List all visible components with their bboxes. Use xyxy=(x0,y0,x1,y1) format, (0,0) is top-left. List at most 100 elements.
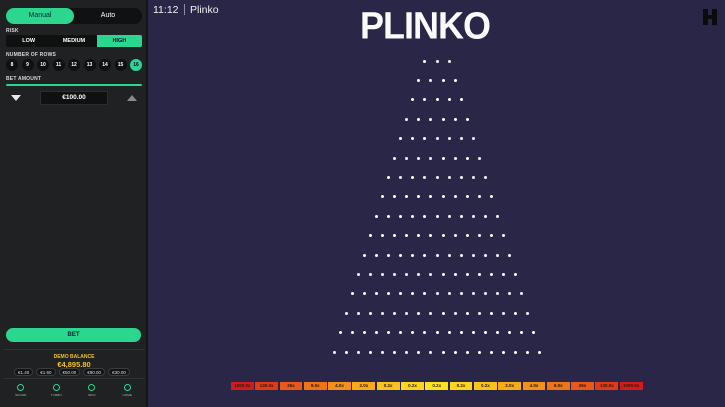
peg xyxy=(344,311,348,315)
peg xyxy=(411,331,415,335)
peg xyxy=(520,331,524,335)
rows-option-9[interactable]: 9 xyxy=(21,59,34,71)
peg xyxy=(514,311,518,315)
turbo-icon xyxy=(52,384,60,391)
rows-option-10[interactable]: 10 xyxy=(37,59,49,71)
multiplier-slot: 9.0x xyxy=(546,382,570,390)
peg xyxy=(502,234,506,238)
peg xyxy=(387,253,391,257)
multiplier-slot: 0.2x xyxy=(425,382,449,390)
info-icon xyxy=(88,384,96,391)
mode-auto-button[interactable]: Auto xyxy=(74,8,142,24)
peg xyxy=(417,78,421,82)
peg xyxy=(447,331,451,335)
increase-bet-button[interactable] xyxy=(122,91,142,105)
peg xyxy=(356,350,360,354)
rows-option-8[interactable]: 8 xyxy=(6,59,18,71)
arrow-up-icon xyxy=(127,95,137,101)
risk-high-button[interactable]: HIGH xyxy=(96,35,142,47)
peg xyxy=(429,272,433,276)
peg xyxy=(441,117,445,121)
peg xyxy=(453,195,457,199)
peg xyxy=(453,272,457,276)
peg xyxy=(459,292,463,296)
peg xyxy=(447,175,451,179)
peg xyxy=(435,292,439,296)
peg xyxy=(423,331,427,335)
peg xyxy=(368,350,372,354)
peg xyxy=(375,292,378,296)
peg xyxy=(453,350,457,354)
peg xyxy=(465,195,469,199)
rows-option-14[interactable]: 14 xyxy=(99,59,111,71)
multiplier-slot: 2.0x xyxy=(352,382,376,390)
peg xyxy=(356,311,360,315)
peg xyxy=(368,272,372,276)
peg xyxy=(508,292,512,296)
peg xyxy=(520,292,524,296)
peg xyxy=(417,311,421,315)
bet-button[interactable]: BET xyxy=(6,328,141,342)
multiplier-slot: 9.0x xyxy=(303,382,327,390)
peg xyxy=(362,331,366,335)
multiplier-slot: 4.0x xyxy=(522,382,546,390)
peg xyxy=(399,253,403,257)
peg xyxy=(417,156,421,160)
rows-option-13[interactable]: 13 xyxy=(83,59,96,71)
quick-bet-chip[interactable]: €1.40 xyxy=(14,368,34,376)
peg xyxy=(459,253,463,257)
peg xyxy=(483,175,487,179)
peg xyxy=(356,272,360,276)
multiplier-slot: 0.2x xyxy=(449,382,473,390)
bet-slider-track[interactable] xyxy=(6,84,142,86)
quick-bet-chip[interactable]: €1.60 xyxy=(36,368,56,376)
peg xyxy=(459,331,463,335)
peg xyxy=(393,311,397,315)
footer-home-button[interactable]: HOME xyxy=(113,383,141,401)
peg xyxy=(411,98,415,102)
peg xyxy=(411,292,415,296)
peg xyxy=(417,272,421,276)
risk-label: RISK xyxy=(6,28,19,34)
rows-option-11[interactable]: 11 xyxy=(52,59,65,71)
peg xyxy=(465,156,469,160)
footer-turbo-button[interactable]: TURBO xyxy=(42,383,70,401)
footer-label: SOUND xyxy=(15,393,27,397)
peg xyxy=(393,350,397,354)
peg xyxy=(471,137,475,141)
peg xyxy=(429,78,433,82)
peg xyxy=(447,98,451,102)
peg xyxy=(483,331,487,335)
quick-bet-chip[interactable]: €50.00 xyxy=(58,368,81,376)
quick-bet-chip[interactable]: €90.00 xyxy=(83,368,106,376)
mode-toggle: Manual Auto xyxy=(6,8,142,24)
footer-sound-button[interactable]: SOUND xyxy=(7,383,35,401)
decrease-bet-button[interactable] xyxy=(6,91,26,105)
peg xyxy=(423,292,427,296)
rows-option-15[interactable]: 15 xyxy=(114,59,127,71)
bet-amount-input[interactable]: €100.00 xyxy=(40,91,108,105)
peg xyxy=(514,350,518,354)
peg xyxy=(447,137,451,141)
peg xyxy=(532,331,536,335)
peg xyxy=(423,253,427,257)
peg xyxy=(453,156,457,160)
mode-manual-button[interactable]: Manual xyxy=(6,8,74,24)
bet-amount-label: BET AMOUNT xyxy=(6,76,42,82)
risk-medium-button[interactable]: MEDIUM xyxy=(51,35,96,47)
quick-bet-chip[interactable]: €30.00 xyxy=(108,368,130,376)
peg xyxy=(508,253,512,257)
rows-option-16[interactable]: 16 xyxy=(130,59,142,71)
footer-bar: SOUND TURBO INFO HOME xyxy=(3,383,145,403)
peg xyxy=(405,117,409,121)
peg xyxy=(393,195,397,199)
peg xyxy=(429,350,433,354)
risk-low-button[interactable]: LOW xyxy=(6,35,51,47)
rows-option-12[interactable]: 12 xyxy=(68,59,80,71)
peg xyxy=(387,214,391,218)
peg xyxy=(423,98,427,102)
footer-info-button[interactable]: INFO xyxy=(78,383,106,401)
peg xyxy=(411,253,415,257)
peg xyxy=(496,331,499,335)
multiplier-slot: 4.0x xyxy=(328,382,351,390)
